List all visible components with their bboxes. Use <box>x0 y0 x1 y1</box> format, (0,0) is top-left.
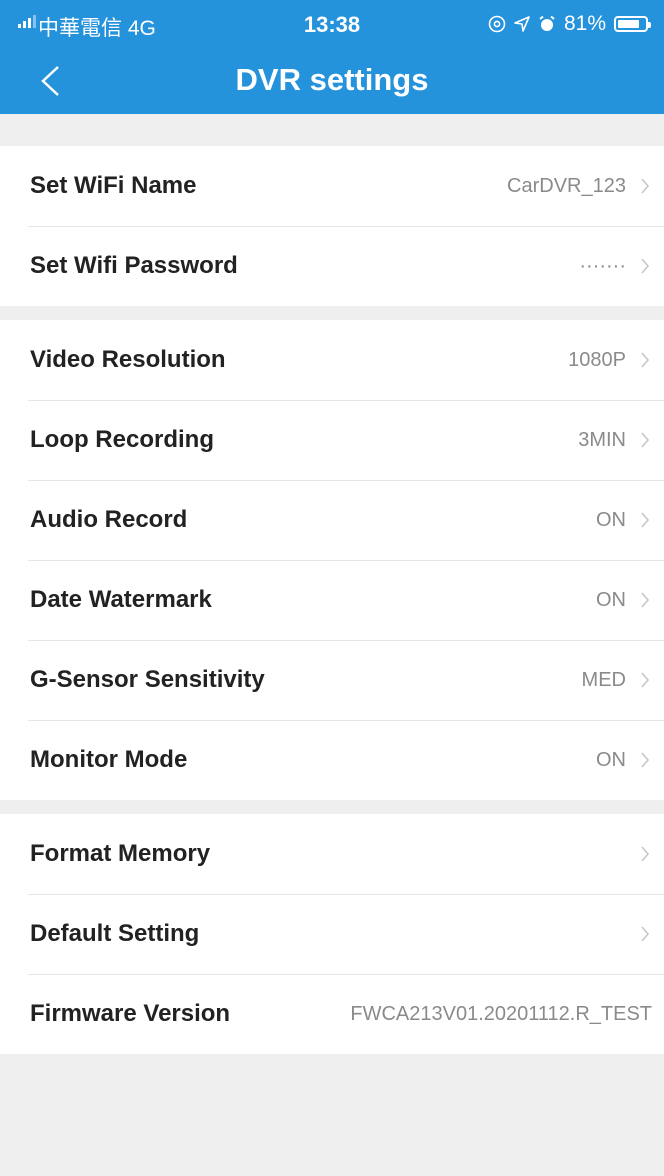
setting-row-default-setting[interactable]: Default Setting <box>0 894 664 974</box>
setting-value: MED <box>581 669 626 691</box>
chevron-right-icon <box>641 592 650 608</box>
wifi-settings-group: Set WiFi Name CarDVR_123 Set Wifi Passwo… <box>0 146 664 306</box>
chevron-right-icon <box>641 512 650 528</box>
chevron-right-icon <box>641 926 650 942</box>
setting-label: Monitor Mode <box>30 746 188 773</box>
setting-label: Loop Recording <box>30 426 214 453</box>
setting-label: Format Memory <box>30 840 211 867</box>
setting-value: ON <box>596 509 626 531</box>
battery-percent: 81% <box>563 12 606 35</box>
status-right: 81% <box>488 12 651 36</box>
device-settings-group: Format Memory Default Setting Firmware V… <box>0 814 664 1054</box>
setting-label: Set Wifi Password <box>30 252 238 279</box>
setting-row-audio-record[interactable]: Audio Record ON <box>0 480 664 560</box>
chevron-right-icon <box>641 672 650 688</box>
setting-row-firmware-version: Firmware Version FWCA213V01.20201112.R_T… <box>0 974 664 1054</box>
chevron-right-icon <box>641 178 650 194</box>
chevron-right-icon <box>641 352 650 368</box>
setting-row-date-watermark[interactable]: Date Watermark ON <box>0 560 664 640</box>
setting-label: Default Setting <box>30 920 200 947</box>
chevron-right-icon <box>641 846 650 862</box>
chevron-right-icon <box>641 432 650 448</box>
setting-value: ON <box>596 749 626 771</box>
nav-bar: DVR settings <box>0 50 664 114</box>
setting-value: 3MIN <box>578 429 626 451</box>
setting-label: Date Watermark <box>30 586 212 613</box>
page-title: DVR settings <box>235 62 429 97</box>
setting-value: 1080P <box>568 349 626 371</box>
setting-label: Audio Record <box>30 506 188 533</box>
setting-value: ON <box>596 589 626 611</box>
setting-row-video-resolution[interactable]: Video Resolution 1080P <box>0 320 664 400</box>
chevron-right-icon <box>641 752 650 768</box>
header: 中華電信 4G 13:38 81% DVR settings <box>0 0 664 114</box>
chevron-right-icon <box>641 258 650 274</box>
setting-row-wifi-name[interactable]: Set WiFi Name CarDVR_123 <box>0 146 664 226</box>
setting-row-loop-recording[interactable]: Loop Recording 3MIN <box>0 400 664 480</box>
alarm-icon <box>539 15 555 31</box>
setting-label: Set WiFi Name <box>30 172 197 199</box>
setting-row-g-sensor-sensitivity[interactable]: G-Sensor Sensitivity MED <box>0 640 664 720</box>
at-icon <box>488 15 506 33</box>
battery-fill <box>618 20 640 28</box>
setting-label: Video Resolution <box>30 346 226 373</box>
battery-icon <box>614 16 651 32</box>
setting-label: Firmware Version <box>30 1000 231 1027</box>
setting-label: G-Sensor Sensitivity <box>30 666 265 693</box>
status-bar: 中華電信 4G 13:38 81% <box>0 0 664 50</box>
setting-value: CarDVR_123 <box>507 175 626 197</box>
setting-row-wifi-password[interactable]: Set Wifi Password ······· <box>0 226 664 306</box>
setting-value: ······· <box>579 255 626 277</box>
firmware-version-value: FWCA213V01.20201112.R_TEST <box>350 1003 652 1025</box>
recording-settings-group: Video Resolution 1080P Loop Recording 3M… <box>0 320 664 800</box>
setting-row-monitor-mode[interactable]: Monitor Mode ON <box>0 720 664 800</box>
setting-row-format-memory[interactable]: Format Memory <box>0 814 664 894</box>
location-icon <box>514 16 530 32</box>
